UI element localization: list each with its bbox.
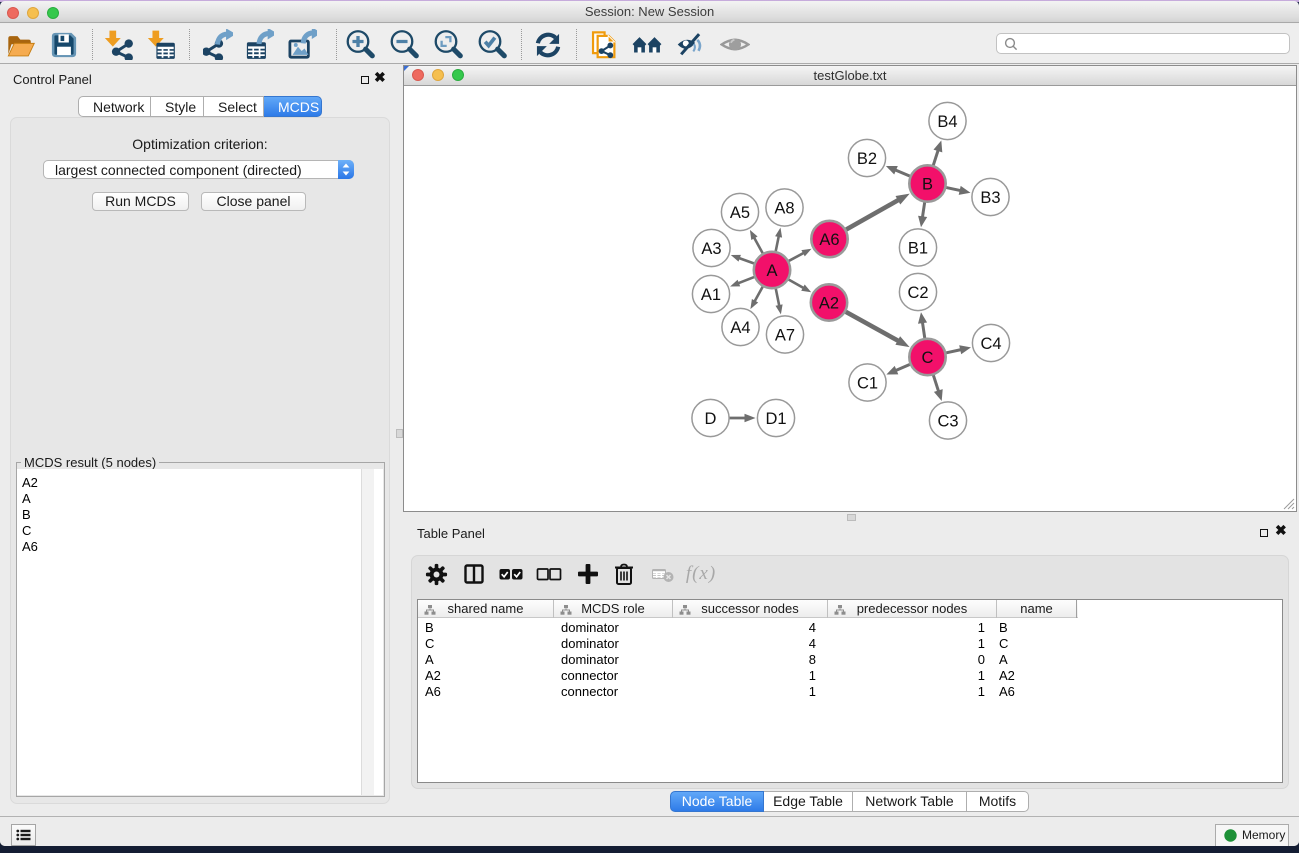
svg-text:B1: B1: [908, 239, 928, 257]
svg-text:A: A: [766, 262, 777, 280]
svg-text:A8: A8: [774, 199, 794, 217]
svg-text:D1: D1: [765, 410, 786, 428]
svg-text:B3: B3: [980, 189, 1000, 207]
svg-text:A7: A7: [775, 326, 795, 344]
svg-text:B4: B4: [937, 113, 957, 131]
svg-text:C: C: [922, 349, 934, 367]
svg-text:A1: A1: [701, 286, 721, 304]
svg-text:B: B: [922, 175, 933, 193]
svg-text:C1: C1: [857, 374, 878, 392]
svg-text:D: D: [705, 410, 717, 428]
svg-text:A4: A4: [730, 319, 750, 337]
svg-text:A2: A2: [819, 294, 839, 312]
svg-text:C4: C4: [980, 335, 1001, 353]
svg-text:C2: C2: [907, 284, 928, 302]
svg-text:B2: B2: [857, 150, 877, 168]
svg-text:A3: A3: [701, 240, 721, 258]
svg-text:C3: C3: [937, 412, 958, 430]
svg-text:A6: A6: [819, 231, 839, 249]
svg-text:A5: A5: [730, 204, 750, 222]
